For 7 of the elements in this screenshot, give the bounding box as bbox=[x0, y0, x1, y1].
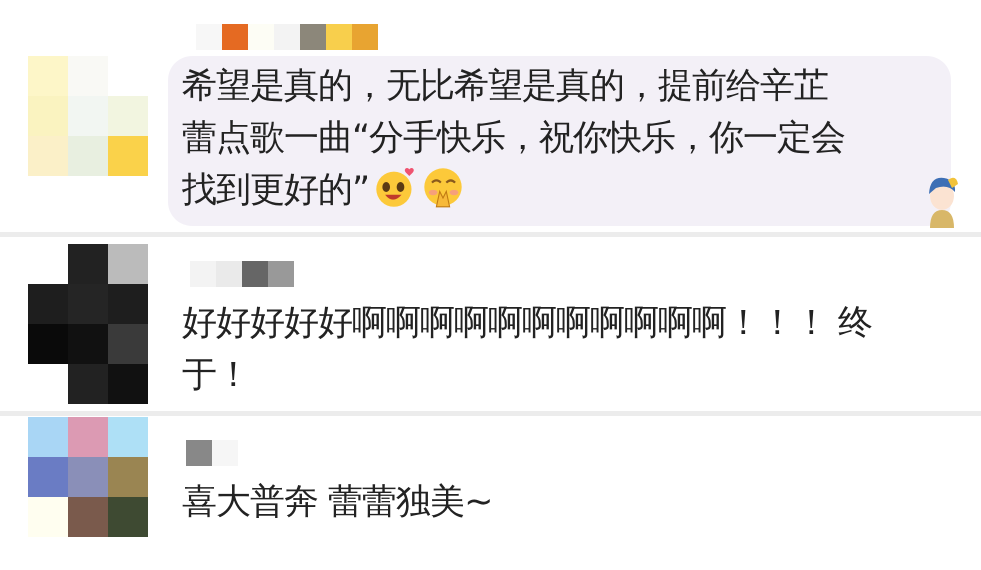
comment-text: 找到更好的” bbox=[182, 170, 370, 210]
comment-text: 蕾点歌一曲“分手快乐，祝你快乐，你一定会 bbox=[182, 118, 846, 158]
comment-text: 好好好好好啊啊啊啊啊啊啊啊啊啊啊！！！ 终 bbox=[182, 303, 872, 343]
comment-text: 于！ bbox=[182, 355, 250, 395]
comment-text: 希望是真的，无比希望是真的，提前给辛芷 bbox=[182, 66, 828, 106]
comment-text: 喜大普奔 蕾蕾独美~ bbox=[182, 482, 492, 522]
pixelated-avatar[interactable] bbox=[28, 416, 148, 538]
